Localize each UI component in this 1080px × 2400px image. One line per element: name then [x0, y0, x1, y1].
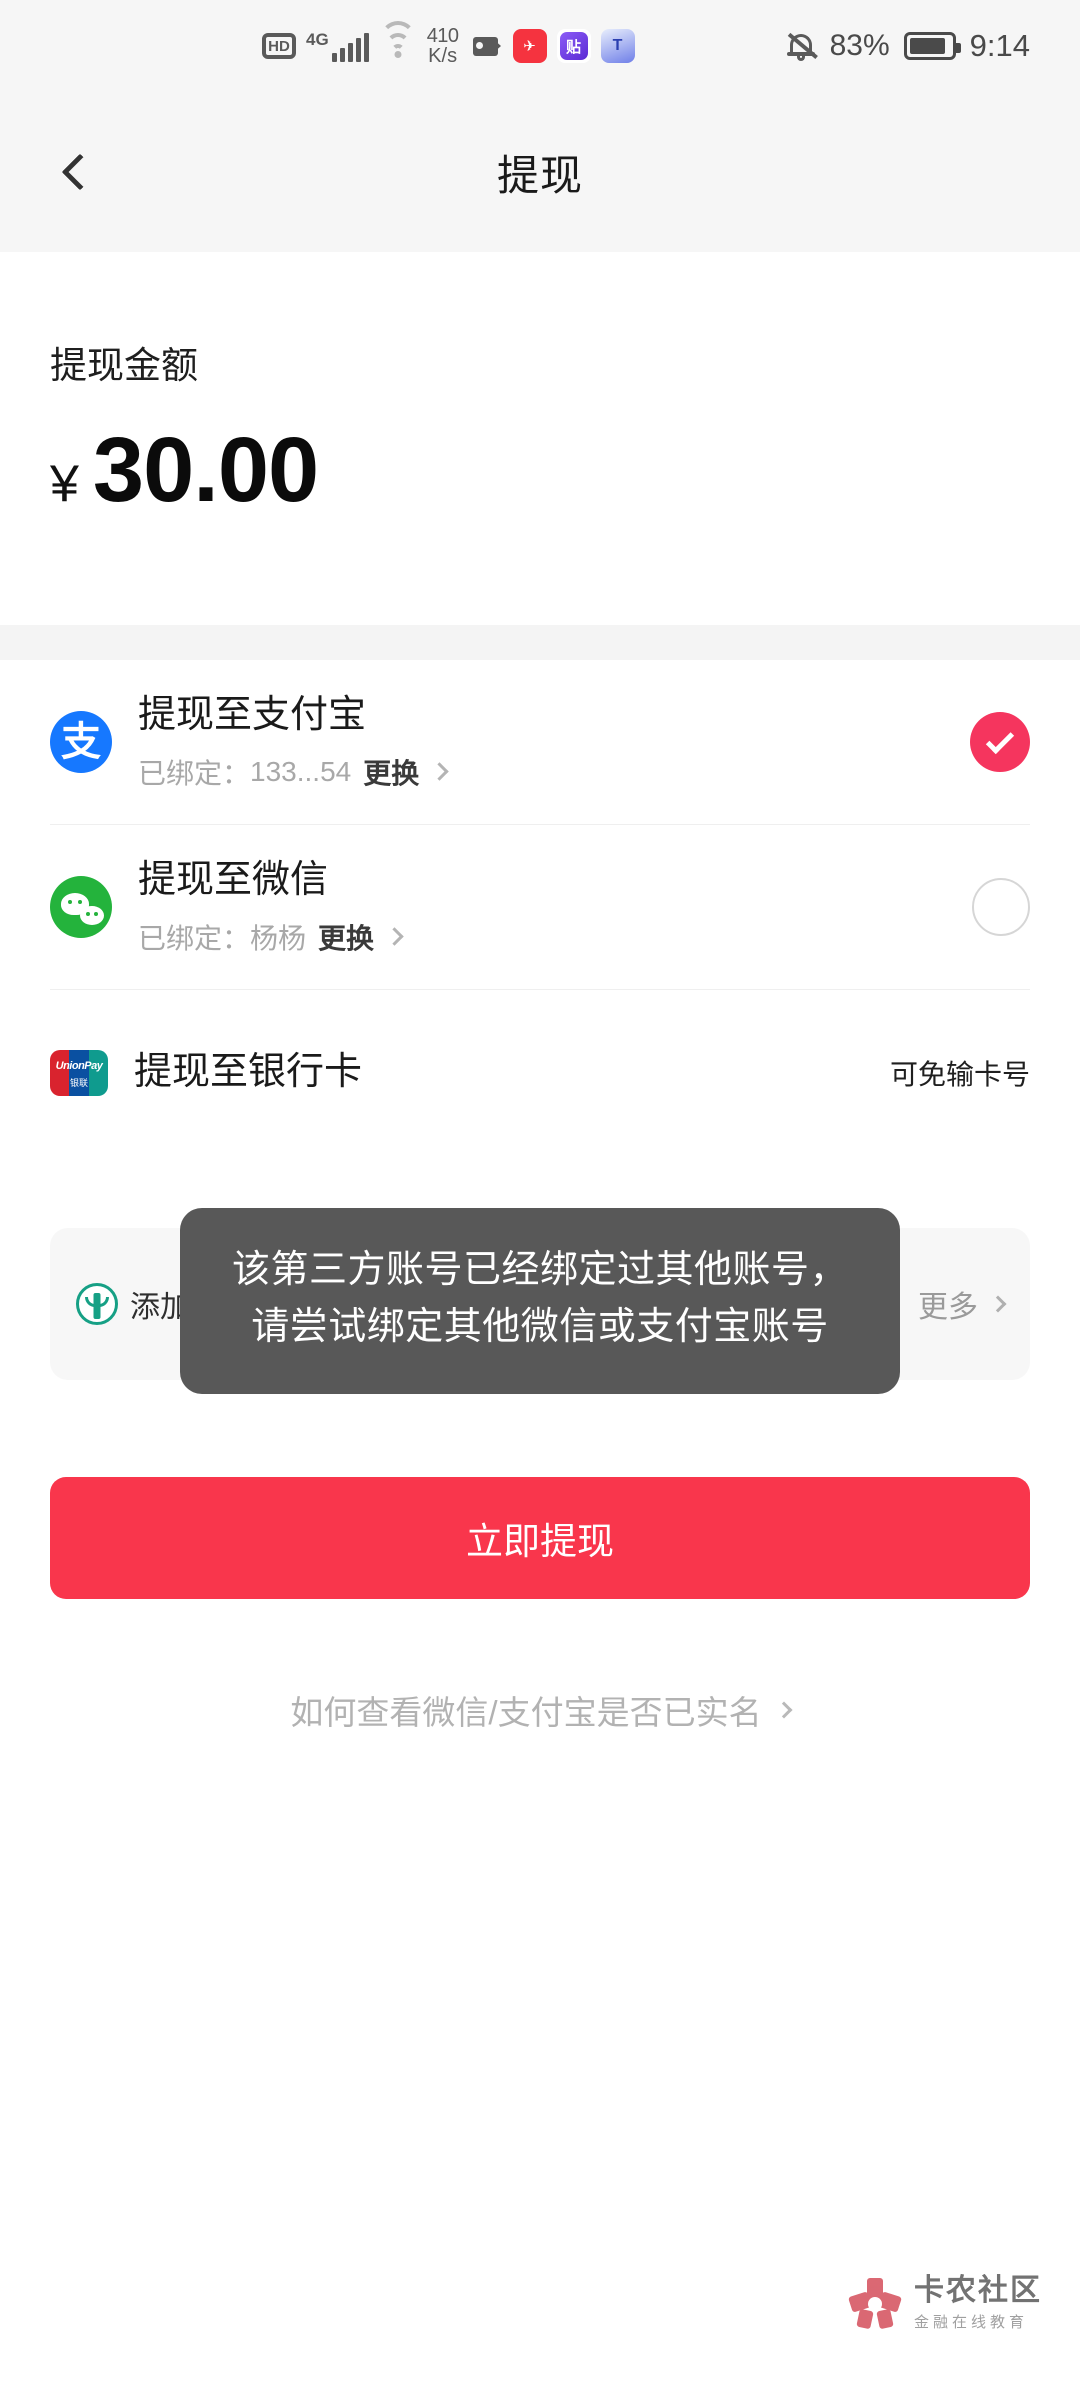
- red-app-icon: ✈: [512, 29, 547, 63]
- method-right-bankcard: 可免输卡号: [890, 1053, 1030, 1093]
- method-title-bankcard: 提现至银行卡: [134, 1050, 363, 1093]
- chevron-right-icon: [385, 927, 404, 946]
- tie-app-icon: 贴: [556, 29, 591, 63]
- video-recorder-icon: [469, 29, 503, 63]
- chevron-right-icon: [989, 1295, 1007, 1313]
- method-right-alipay: [970, 712, 1030, 772]
- page-title: 提现: [496, 151, 583, 199]
- chevron-right-icon: [430, 762, 449, 781]
- section-divider: [0, 625, 1080, 660]
- change-link-wechat[interactable]: 更换: [318, 917, 374, 957]
- amount-value: 30.00: [92, 419, 319, 521]
- method-row-alipay[interactable]: 支 提现至支付宝 已绑定： 133...54 更换: [50, 660, 1030, 825]
- method-texts-wechat: 提现至微信 已绑定： 杨杨 更换: [138, 857, 404, 957]
- clock-label: 9:14: [969, 28, 1030, 63]
- network-speed-unit: K/s: [428, 45, 458, 67]
- unionpay-text: UnionPay: [55, 1059, 103, 1072]
- back-button[interactable]: [34, 130, 118, 214]
- toast-message: 该第三方账号已经绑定过其他账号，请尝试绑定其他微信或支付宝账号: [180, 1208, 900, 1394]
- currency-symbol: ¥: [50, 455, 79, 513]
- method-bound-wechat: 已绑定： 杨杨 更换: [138, 917, 404, 957]
- watermark: 卡农社区 金融在线教育: [848, 2274, 1042, 2332]
- bank-more-button[interactable]: 更多: [918, 1282, 1007, 1326]
- bell-muted-icon: [786, 30, 818, 62]
- method-right-wechat: [972, 878, 1030, 936]
- battery-percent-label: 83%: [829, 29, 890, 62]
- alipay-icon: 支: [50, 711, 112, 773]
- withdraw-method-list: 支 提现至支付宝 已绑定： 133...54 更换 提现至微信 已绑定： 杨杨 …: [0, 660, 1080, 1155]
- bound-value-wechat: 杨杨: [250, 922, 307, 954]
- method-row-wechat[interactable]: 提现至微信 已绑定： 杨杨 更换: [50, 825, 1030, 990]
- alipay-glyph: 支: [61, 720, 101, 764]
- watermark-logo-icon: [848, 2278, 902, 2330]
- abc-bank-icon: [76, 1283, 118, 1325]
- cellular-signal-icon: 4G: [306, 31, 369, 62]
- hd-icon: HD: [262, 33, 296, 59]
- check-icon: [985, 725, 1015, 754]
- amount-value-row: ¥ 30.00: [50, 419, 319, 521]
- method-texts-bankcard: 提现至银行卡: [134, 1049, 362, 1097]
- network-type-label: 4G: [306, 29, 329, 49]
- unionpay-text-cn: 银联: [69, 1077, 88, 1088]
- help-link[interactable]: 如何查看微信/支付宝是否已实名: [0, 1686, 1080, 1734]
- method-title-wechat: 提现至微信: [138, 859, 329, 902]
- wifi-icon: [379, 21, 417, 61]
- method-texts-alipay: 提现至支付宝 已绑定： 133...54 更换: [138, 692, 449, 792]
- status-bar-right: 83% 9:14: [786, 28, 1030, 64]
- withdraw-now-button[interactable]: 立即提现: [50, 1477, 1030, 1599]
- chevron-left-icon: [61, 153, 99, 191]
- watermark-text: 卡农社区 金融在线教育: [914, 2274, 1042, 2332]
- wechat-icon: [50, 876, 112, 938]
- withdraw-amount-section: 提现金额 ¥ 30.00: [0, 252, 1080, 625]
- status-bar: HD 4G 410 K/s ✈ 贴 T 83% 9:14: [0, 0, 1080, 92]
- method-row-bankcard[interactable]: UnionPay 银联 提现至银行卡 可免输卡号: [50, 990, 1030, 1155]
- blue-app-icon: T: [600, 29, 635, 63]
- bankcard-hint-label: 可免输卡号: [889, 1058, 1030, 1090]
- network-speed-indicator: 410 K/s: [427, 26, 459, 66]
- change-link-alipay[interactable]: 更换: [363, 752, 419, 792]
- help-link-label: 如何查看微信/支付宝是否已实名: [290, 1694, 762, 1731]
- bound-label-wechat: 已绑定：: [138, 922, 251, 954]
- nav-bar: 提现: [0, 92, 1080, 252]
- watermark-subtitle: 金融在线教育: [914, 2314, 1029, 2331]
- chevron-right-icon: [775, 1701, 793, 1719]
- network-speed-value: 410: [426, 25, 459, 47]
- phone-screen: HD 4G 410 K/s ✈ 贴 T 83% 9:14 提现 提现金额 ¥ 3…: [0, 0, 1080, 2400]
- bound-value-alipay: 133...54: [250, 755, 352, 787]
- toast-text: 该第三方账号已经绑定过其他账号，请尝试绑定其他微信或支付宝账号: [231, 1249, 848, 1348]
- battery-icon: [903, 32, 961, 60]
- radio-selected-alipay[interactable]: [970, 712, 1030, 772]
- status-bar-left: HD 4G 410 K/s ✈ 贴 T: [262, 21, 635, 66]
- radio-unselected-wechat[interactable]: [972, 878, 1030, 936]
- method-bound-alipay: 已绑定： 133...54 更换: [138, 752, 449, 792]
- unionpay-icon: UnionPay 银联: [50, 1049, 108, 1096]
- bank-more-label: 更多: [918, 1291, 978, 1324]
- signal-bars-icon: [331, 32, 369, 62]
- amount-label: 提现金额: [50, 345, 198, 386]
- tie-app-glyph: 贴: [559, 32, 588, 60]
- bound-label-alipay: 已绑定：: [138, 757, 251, 789]
- watermark-title: 卡农社区: [914, 2274, 1042, 2307]
- method-title-alipay: 提现至支付宝: [138, 694, 367, 737]
